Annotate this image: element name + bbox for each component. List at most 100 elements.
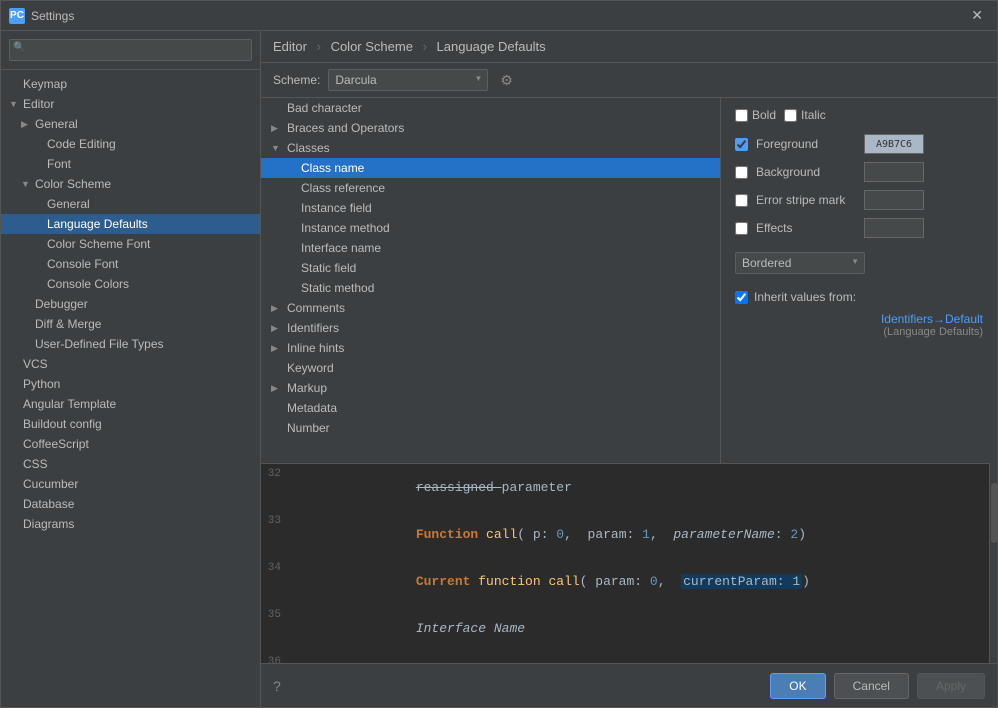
color-tree: Bad character ▶ Braces and Operators ▼ C… xyxy=(261,98,721,463)
sidebar-item-database[interactable]: Database xyxy=(1,494,260,514)
italic-text: Italic xyxy=(801,108,826,122)
ctree-metadata[interactable]: Metadata xyxy=(261,398,720,418)
inherit-checkbox[interactable] xyxy=(735,291,748,304)
ctree-static-method[interactable]: Static method xyxy=(261,278,720,298)
sidebar-item-cucumber[interactable]: Cucumber xyxy=(1,474,260,494)
ctree-braces-operators[interactable]: ▶ Braces and Operators xyxy=(261,118,720,138)
title-bar: PC Settings ✕ xyxy=(1,1,997,31)
apply-button[interactable]: Apply xyxy=(917,673,985,699)
sidebar-item-vcs[interactable]: VCS xyxy=(1,354,260,374)
sidebar-item-code-editing[interactable]: Code Editing xyxy=(1,134,260,154)
scrollbar-thumb[interactable] xyxy=(991,483,997,543)
sidebar-item-console-colors[interactable]: Console Colors xyxy=(1,274,260,294)
code-token: ( xyxy=(580,574,596,589)
sidebar-item-css[interactable]: CSS xyxy=(1,454,260,474)
ctree-interface-name[interactable]: Interface name xyxy=(261,238,720,258)
effects-swatch[interactable] xyxy=(864,218,924,238)
foreground-swatch[interactable]: A9B7C6 xyxy=(864,134,924,154)
ctree-label: Number xyxy=(287,421,330,435)
breadcrumb-sep1: › xyxy=(317,39,321,54)
sidebar-item-console-font[interactable]: Console Font xyxy=(1,254,260,274)
ctree-label: Comments xyxy=(287,301,345,315)
background-checkbox[interactable] xyxy=(735,166,748,179)
sidebar-item-keymap[interactable]: Keymap xyxy=(1,74,260,94)
arrow-icon: ▼ xyxy=(21,179,33,189)
arrow-icon: ▶ xyxy=(21,119,33,130)
sidebar-item-color-scheme-general[interactable]: General xyxy=(1,194,260,214)
arrow-icon: ▶ xyxy=(271,323,285,334)
scheme-gear-button[interactable]: ⚙ xyxy=(496,70,517,91)
bold-label[interactable]: Bold xyxy=(735,108,776,122)
sidebar-item-general[interactable]: ▶ General xyxy=(1,114,260,134)
code-token: : xyxy=(775,527,791,542)
ctree-label: Static field xyxy=(301,261,356,275)
error-stripe-swatch[interactable] xyxy=(864,190,924,210)
inherit-link[interactable]: Identifiers→Default xyxy=(735,312,983,326)
ctree-class-name[interactable]: Class name xyxy=(261,158,720,178)
code-token: : xyxy=(541,527,557,542)
italic-checkbox[interactable] xyxy=(784,109,797,122)
preview-section: 32 reassigned parameter 33 Function call… xyxy=(261,463,997,663)
code-line: 34 Current function call( param: 0, curr… xyxy=(261,558,997,605)
code-token: ) xyxy=(798,527,806,542)
sidebar-item-angular[interactable]: Angular Template xyxy=(1,394,260,414)
sidebar-item-label: CoffeeScript xyxy=(23,437,252,451)
sidebar-item-color-scheme[interactable]: ▼ Color Scheme xyxy=(1,174,260,194)
sidebar-item-label: Diff & Merge xyxy=(35,317,252,331)
sidebar-item-color-scheme-font[interactable]: Color Scheme Font xyxy=(1,234,260,254)
sidebar-item-debugger[interactable]: Debugger xyxy=(1,294,260,314)
text-style-row: Bold Italic xyxy=(735,108,983,122)
ctree-comments[interactable]: ▶ Comments xyxy=(261,298,720,318)
scheme-bar: Scheme: Darcula Default High Contrast Mo… xyxy=(261,63,997,98)
sidebar-item-coffeescript[interactable]: CoffeeScript xyxy=(1,434,260,454)
ctree-instance-method[interactable]: Instance method xyxy=(261,218,720,238)
background-swatch[interactable] xyxy=(864,162,924,182)
help-button[interactable]: ? xyxy=(273,678,281,694)
effect-dropdown-row: Bordered Underscored Bold Underscored Do… xyxy=(735,252,983,274)
sidebar-item-language-defaults[interactable]: Language Defaults xyxy=(1,214,260,234)
cancel-button[interactable]: Cancel xyxy=(834,673,909,699)
foreground-checkbox[interactable] xyxy=(735,138,748,151)
breadcrumb: Editor › Color Scheme › Language Default… xyxy=(261,31,997,63)
ctree-instance-field[interactable]: Instance field xyxy=(261,198,720,218)
sidebar-item-buildout[interactable]: Buildout config xyxy=(1,414,260,434)
italic-label[interactable]: Italic xyxy=(784,108,826,122)
ctree-class-reference[interactable]: Class reference xyxy=(261,178,720,198)
ctree-identifiers[interactable]: ▶ Identifiers xyxy=(261,318,720,338)
ctree-static-field[interactable]: Static field xyxy=(261,258,720,278)
search-box xyxy=(1,31,260,70)
sidebar-item-diff-merge[interactable]: Diff & Merge xyxy=(1,314,260,334)
ctree-label: Class reference xyxy=(301,181,385,195)
sidebar-item-python[interactable]: Python xyxy=(1,374,260,394)
code-line: 32 reassigned parameter xyxy=(261,464,997,511)
ok-button[interactable]: OK xyxy=(770,673,825,699)
error-stripe-checkbox[interactable] xyxy=(735,194,748,207)
arrow-icon: ▶ xyxy=(271,383,285,394)
search-input[interactable] xyxy=(9,39,252,61)
code-lines: 32 reassigned parameter 33 Function call… xyxy=(261,464,997,663)
error-stripe-label: Error stripe mark xyxy=(756,193,856,207)
sidebar-item-label: Keymap xyxy=(23,77,252,91)
sidebar-item-user-defined[interactable]: User-Defined File Types xyxy=(1,334,260,354)
ctree-classes[interactable]: ▼ Classes xyxy=(261,138,720,158)
main-panel: Editor › Color Scheme › Language Default… xyxy=(261,31,997,707)
sidebar-item-font[interactable]: Font xyxy=(1,154,260,174)
ctree-number[interactable]: Number xyxy=(261,418,720,438)
scheme-select[interactable]: Darcula Default High Contrast Monokai xyxy=(328,69,488,91)
code-token: Interface Name xyxy=(416,621,525,636)
sidebar-item-editor[interactable]: ▼ Editor xyxy=(1,94,260,114)
sidebar-item-label: Language Defaults xyxy=(47,217,252,231)
ctree-bad-character[interactable]: Bad character xyxy=(261,98,720,118)
ctree-markup[interactable]: ▶ Markup xyxy=(261,378,720,398)
line-number: 33 xyxy=(261,515,291,527)
bold-checkbox[interactable] xyxy=(735,109,748,122)
effect-type-select[interactable]: Bordered Underscored Bold Underscored Do… xyxy=(735,252,865,274)
ctree-keyword[interactable]: Keyword xyxy=(261,358,720,378)
code-token: : xyxy=(634,574,650,589)
close-button[interactable]: ✕ xyxy=(965,5,989,26)
sidebar-item-diagrams[interactable]: Diagrams xyxy=(1,514,260,534)
sidebar-item-label: Buildout config xyxy=(23,417,252,431)
effects-checkbox[interactable] xyxy=(735,222,748,235)
breadcrumb-color-scheme: Color Scheme xyxy=(331,39,413,54)
ctree-inline-hints[interactable]: ▶ Inline hints xyxy=(261,338,720,358)
